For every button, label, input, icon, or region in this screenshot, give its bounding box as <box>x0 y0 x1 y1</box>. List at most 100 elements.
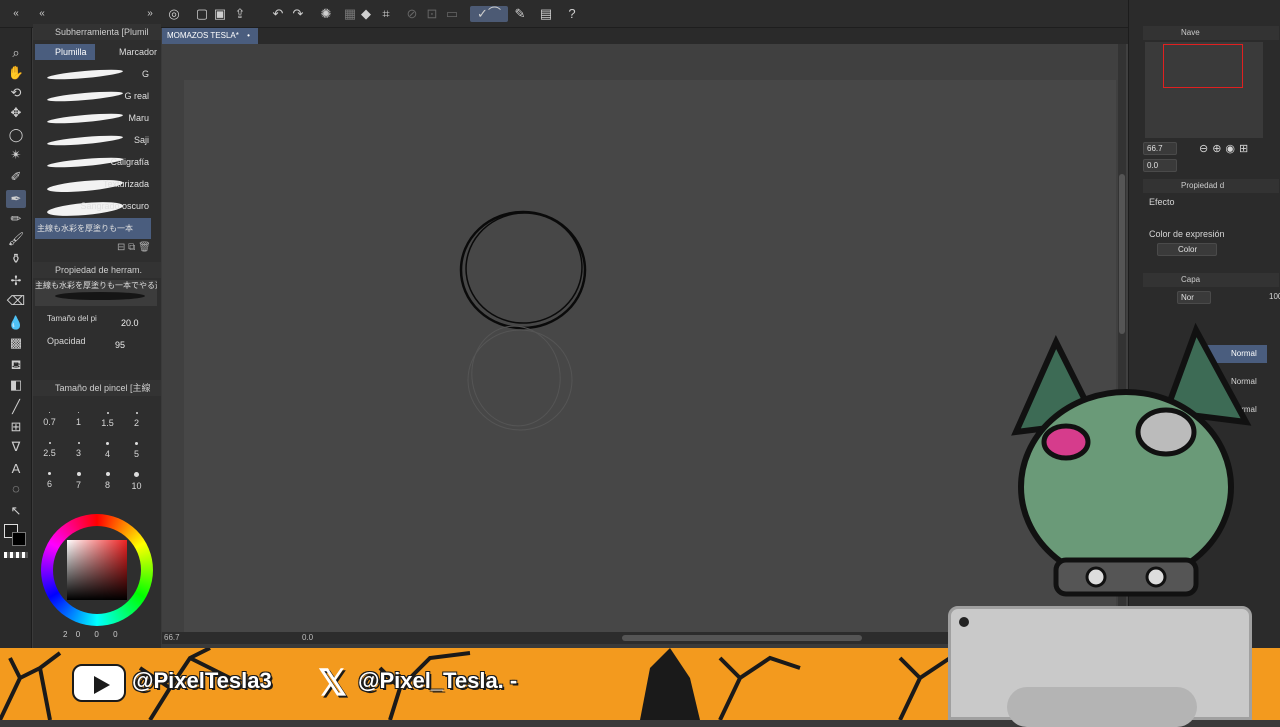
brush-item[interactable]: G <box>35 64 151 85</box>
color-value: 0 <box>94 630 99 639</box>
size-label: Tamaño del pi <box>47 314 97 323</box>
save-icon[interactable]: ⇪ <box>232 6 248 22</box>
brush-label: Caligrafía <box>110 157 149 167</box>
line-tool-icon[interactable]: ╱ <box>6 398 26 416</box>
size-cell[interactable]: 2.5 <box>35 442 64 458</box>
eyedropper-icon[interactable]: ✐ <box>6 168 26 186</box>
gradient-icon[interactable]: ◧ <box>6 376 26 394</box>
snap-ruler-icon[interactable]: ✓⌒ <box>470 6 508 22</box>
layer-panel-header: Capa <box>1143 273 1279 287</box>
balloon-icon[interactable]: ◌ <box>6 480 26 498</box>
brush-tool-icon[interactable]: 🖌 <box>6 230 26 248</box>
effect-label: Efecto <box>1149 197 1175 207</box>
fill-tool-icon[interactable]: ▩ <box>6 334 26 352</box>
navigator-preview[interactable] <box>1145 42 1263 138</box>
crop-icon: ⊡ <box>426 6 438 21</box>
horizontal-scrollbar[interactable] <box>622 635 862 641</box>
correct-line-icon[interactable]: ↖ <box>6 502 26 520</box>
redo-icon[interactable]: ↷ <box>290 6 306 22</box>
magic-wand-icon[interactable]: ✴ <box>6 146 26 164</box>
color-value: 0 <box>75 630 81 639</box>
opacity-label: Opacidad <box>47 336 86 346</box>
brush-item[interactable]: Maru <box>35 108 151 129</box>
frame-icon[interactable]: ⊞ <box>6 418 26 436</box>
pen-tool-icon[interactable]: ✒ <box>6 190 26 208</box>
collapse-left-icon-2[interactable]: « <box>34 6 50 22</box>
opacity-value[interactable]: 95 <box>115 340 125 350</box>
blend-mode-select[interactable]: Nor <box>1177 291 1211 304</box>
transform-icon[interactable]: ⌗ <box>378 6 394 22</box>
zoom-tool-icon[interactable]: ⌕ <box>6 44 26 62</box>
navigator-zoom[interactable]: 66.7 <box>1143 142 1177 155</box>
size-cell[interactable]: 2 <box>122 412 151 428</box>
move-tool-icon[interactable]: ✥ <box>6 104 26 122</box>
undo-icon[interactable]: ↶ <box>270 6 286 22</box>
youtube-handle: @PixelTesla3 <box>132 668 272 693</box>
size-cell[interactable]: 0.7 <box>35 412 64 427</box>
size-cell[interactable]: 7 <box>64 472 93 490</box>
size-cell-label: 3 <box>75 448 81 458</box>
size-cell-label: 2.5 <box>43 448 56 458</box>
expression-color-label: Color de expresión <box>1149 229 1225 239</box>
help-icon[interactable]: ? <box>564 6 580 22</box>
navigator-viewport[interactable] <box>1163 44 1243 88</box>
blend-tool-icon[interactable]: 💧 <box>6 314 26 332</box>
rotate-view-icon[interactable]: ⟲ <box>6 84 26 102</box>
sub-color-swatch[interactable] <box>12 532 26 546</box>
airbrush-icon[interactable]: ⚱ <box>6 250 26 268</box>
open-file-icon[interactable]: ▣ <box>212 6 228 22</box>
loading-icon[interactable]: ✺ <box>318 6 334 22</box>
fill-icon[interactable]: ◆ <box>358 6 374 22</box>
size-cell-label: 6 <box>46 479 52 489</box>
size-cell[interactable]: 3 <box>64 442 93 458</box>
ruler-icon[interactable]: ∇ <box>6 438 26 456</box>
size-value[interactable]: 20.0 <box>121 318 139 328</box>
tab-plumilla[interactable]: Plumilla <box>35 44 95 60</box>
pen-pressure-icon[interactable]: ✎ <box>512 6 528 22</box>
size-cell[interactable]: 5 <box>122 442 151 459</box>
brush-item[interactable]: Texturizada <box>35 174 151 195</box>
transparent-swatch[interactable] <box>4 552 28 558</box>
command-bar: « « » ◎ ▢ ▣ ⇪ ↶ ↷ ✺ ▦ ◆ ⌗ ⊘ ⊡ ▭ ✓⌒ ✎ ▤ ?… <box>0 0 1280 28</box>
size-cell[interactable]: 4 <box>93 442 122 459</box>
size-cell[interactable]: 6 <box>35 472 64 489</box>
subtool-actions-icon[interactable]: ⊟ ⧉ 🗑 <box>117 242 151 253</box>
size-cell-label: 8 <box>104 480 110 490</box>
brush-item[interactable]: Caligrafía <box>35 152 151 173</box>
size-cell[interactable]: 1 <box>64 412 93 427</box>
tab-marcador[interactable]: Marcador <box>99 44 159 60</box>
drawing-canvas[interactable] <box>184 80 1116 632</box>
collapse-left-icon[interactable]: « <box>8 6 24 22</box>
pencil-tool-icon[interactable]: ✏ <box>6 210 26 228</box>
decoration-icon[interactable]: ✢ <box>6 272 26 290</box>
close-tab-icon[interactable]: • <box>247 31 250 40</box>
expand-right-icon[interactable]: » <box>142 6 158 22</box>
size-cell[interactable]: 1.5 <box>93 412 122 428</box>
expression-color-select[interactable]: Color <box>1157 243 1217 256</box>
document-icon[interactable]: ▤ <box>538 6 554 22</box>
brush-size-panel: Tamaño del pincel [主線 0.7 1 1.5 2 2.5 3 … <box>33 380 161 491</box>
text-tool-icon[interactable]: A <box>6 460 26 478</box>
navigator-controls-icon[interactable]: ⊖⊕◉⊞ <box>1199 142 1252 155</box>
sketch-layer <box>459 210 587 431</box>
navigator-rotation[interactable]: 0.0 <box>1143 159 1177 172</box>
hand-tool-icon[interactable]: ✋ <box>6 64 26 82</box>
size-cell[interactable]: 10 <box>122 472 151 491</box>
size-cell[interactable]: 8 <box>93 472 122 490</box>
bucket-icon[interactable]: ⛾ <box>6 356 26 374</box>
new-file-icon[interactable]: ▢ <box>194 6 210 22</box>
brush-item[interactable]: Saji <box>35 130 151 151</box>
zoom-readout[interactable]: 66.7 <box>164 633 180 642</box>
tool-strip: ⌕ ✋ ⟲ ✥ ◯ ✴ ✐ ✒ ✏ 🖌 ⚱ ✢ ⌫ 💧 ▩ ⛾ ◧ ╱ ⊞ ∇ … <box>0 28 32 648</box>
brush-item[interactable]: G real <box>35 86 151 107</box>
eraser-icon[interactable]: ⌫ <box>6 292 26 310</box>
layer-opacity[interactable]: 100 <box>1269 292 1280 301</box>
document-tab[interactable]: MOMAZOS TESLA* • <box>162 28 258 44</box>
lasso-tool-icon[interactable]: ◯ <box>6 126 26 144</box>
saturation-square[interactable] <box>67 540 127 600</box>
brush-item-selected[interactable]: 主線も水彩を厚塗りも一本 <box>35 218 151 239</box>
angle-readout[interactable]: 0.0 <box>302 633 313 642</box>
brush-item[interactable]: Sangrado oscuro <box>35 196 151 219</box>
app-logo-icon[interactable]: ◎ <box>166 6 182 22</box>
color-wheel[interactable] <box>41 514 153 626</box>
